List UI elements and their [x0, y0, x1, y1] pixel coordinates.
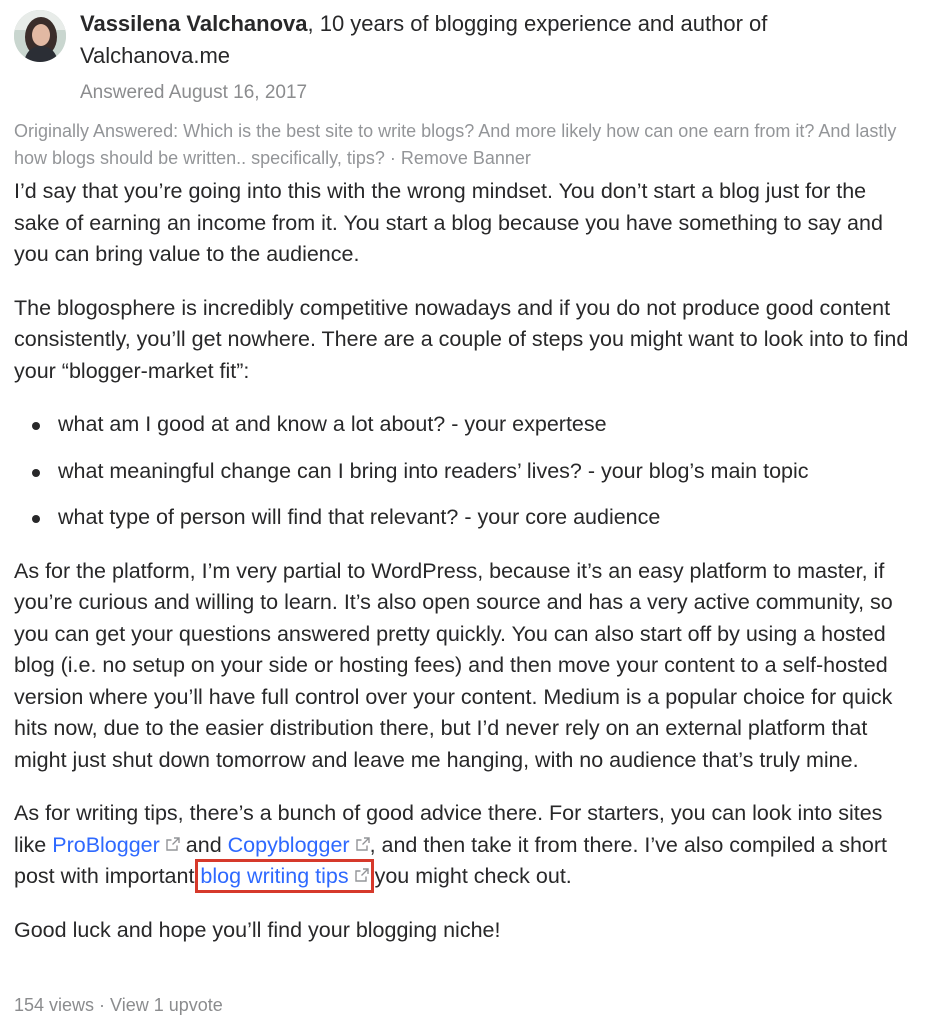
- answer-body: I’d say that you’re going into this with…: [14, 176, 914, 968]
- view-upvotes-link[interactable]: View 1 upvote: [110, 995, 223, 1015]
- answer-stats: 154 views · View 1 upvote: [14, 992, 223, 1018]
- answer-paragraph-2: The blogosphere is incredibly competitiv…: [14, 295, 909, 383]
- answer-paragraph-1: I’d say that you’re going into this with…: [14, 179, 883, 266]
- copyblogger-link-label: Copyblogger: [227, 832, 350, 857]
- blog-writing-tips-link[interactable]: blog writing tips: [195, 859, 374, 893]
- problogger-link[interactable]: ProBlogger: [52, 833, 180, 857]
- problogger-link-label: ProBlogger: [52, 832, 160, 857]
- original-question-banner: Originally Answered: Which is the best s…: [14, 118, 914, 172]
- stats-separator: ·: [94, 995, 111, 1015]
- bullet-item-expertise: what am I good at and know a lot about? …: [32, 409, 914, 441]
- remove-banner-link[interactable]: Remove Banner: [401, 148, 531, 168]
- avatar[interactable]: [14, 10, 66, 62]
- answer-paragraph-4: As for writing tips, there’s a bunch of …: [14, 798, 914, 893]
- p4-text-4: you might check out.: [368, 864, 572, 888]
- copyblogger-link[interactable]: Copyblogger: [228, 833, 370, 857]
- banner-separator: ·: [384, 148, 401, 168]
- view-count: 154 views: [14, 995, 95, 1015]
- external-link-icon: [354, 868, 369, 882]
- bullet-item-audience: what type of person will find that relev…: [32, 502, 914, 534]
- answer-paragraph-3: As for the platform, I’m very partial to…: [14, 558, 893, 772]
- author-name[interactable]: Vassilena Valchanova: [80, 11, 307, 36]
- p4-text-2: and: [179, 832, 228, 857]
- external-link-icon: [166, 836, 180, 851]
- answer-bullet-list: what am I good at and know a lot about? …: [14, 409, 914, 534]
- answered-date[interactable]: Answered August 16, 2017: [80, 80, 307, 106]
- answer-paragraph-5: Good luck and hope you’ll find your blog…: [14, 917, 501, 942]
- blog-writing-tips-link-label: blog writing tips: [200, 864, 349, 888]
- external-link-icon: [355, 836, 370, 851]
- bullet-item-topic: what meaningful change can I bring into …: [32, 456, 914, 488]
- author-line: Vassilena Valchanova, 10 years of bloggi…: [80, 8, 910, 72]
